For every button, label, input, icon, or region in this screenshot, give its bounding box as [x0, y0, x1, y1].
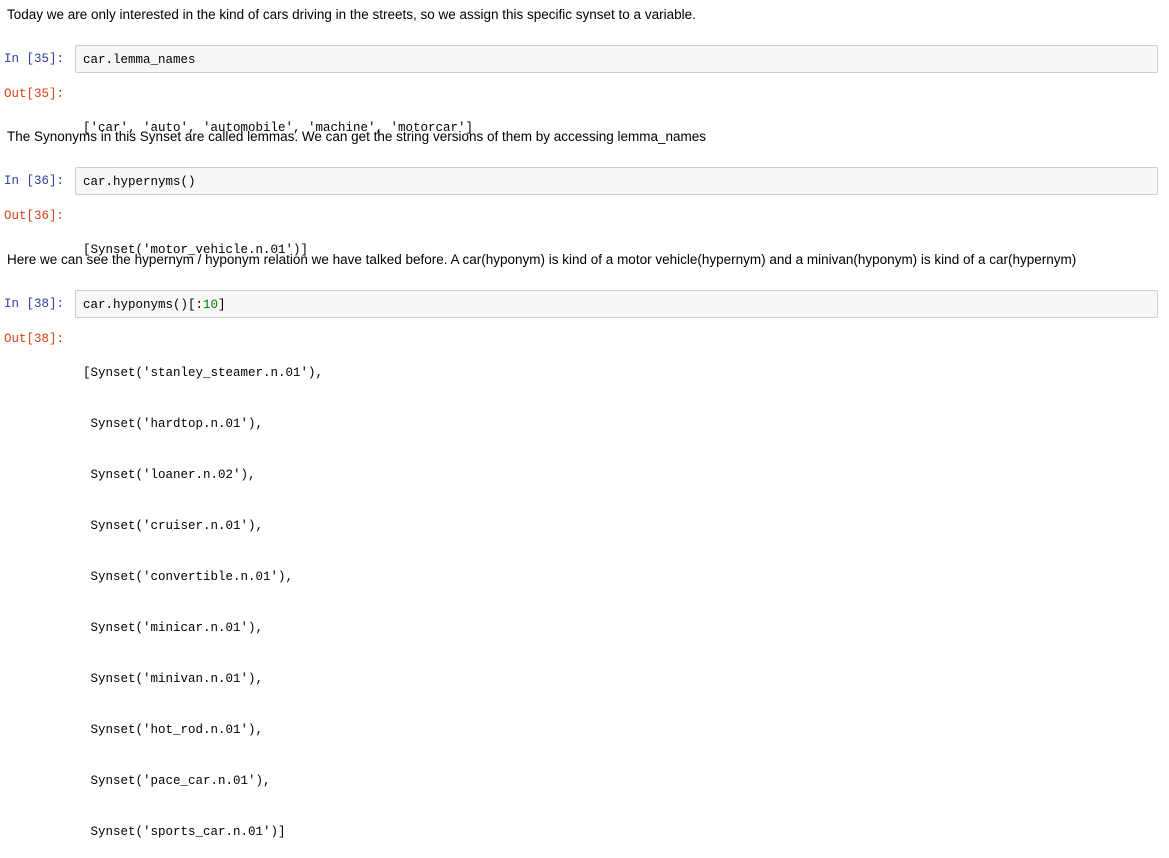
code-suffix: ]: [218, 298, 226, 312]
code-prefix: car.hyponyms()[:: [83, 298, 204, 312]
code-text: car.hypernyms(): [83, 175, 196, 189]
code-text: car.lemma_names: [83, 53, 196, 67]
output-line: Synset('convertible.n.01'),: [83, 570, 294, 584]
input-prompt: In [38]:: [4, 297, 65, 311]
output-line: Synset('loaner.n.02'),: [83, 468, 256, 482]
output-prompt: Out[38]:: [4, 332, 65, 346]
markdown-text: Today we are only interested in the kind…: [7, 7, 696, 22]
input-prompt: In [36]:: [4, 174, 65, 188]
output-line: [Synset('stanley_steamer.n.01'),: [83, 366, 324, 380]
cell-output: [Synset('stanley_steamer.n.01'), Synset(…: [83, 331, 323, 858]
output-line: Synset('minivan.n.01'),: [83, 672, 264, 686]
code-number-literal: 10: [203, 298, 219, 312]
output-line: Synset('hardtop.n.01'),: [83, 417, 264, 431]
output-line: Synset('pace_car.n.01'),: [83, 774, 271, 788]
output-line: Synset('hot_rod.n.01'),: [83, 723, 264, 737]
output-prompt: Out[35]:: [4, 87, 65, 101]
code-input-cell[interactable]: car.hyponyms()[:10]: [75, 290, 1158, 318]
output-line: Synset('minicar.n.01'),: [83, 621, 264, 635]
markdown-text: Here we can see the hypernym / hyponym r…: [7, 252, 1077, 267]
output-prompt: Out[36]:: [4, 209, 65, 223]
code-input-cell[interactable]: car.lemma_names: [75, 45, 1158, 73]
input-prompt: In [35]:: [4, 52, 65, 66]
markdown-text: The Synonyms in this Synset are called l…: [7, 129, 707, 144]
output-line: Synset('sports_car.n.01')]: [83, 825, 286, 839]
output-line: Synset('cruiser.n.01'),: [83, 519, 264, 533]
code-input-cell[interactable]: car.hypernyms(): [75, 167, 1158, 195]
code-text: car.hyponyms()[:10]: [83, 297, 226, 314]
